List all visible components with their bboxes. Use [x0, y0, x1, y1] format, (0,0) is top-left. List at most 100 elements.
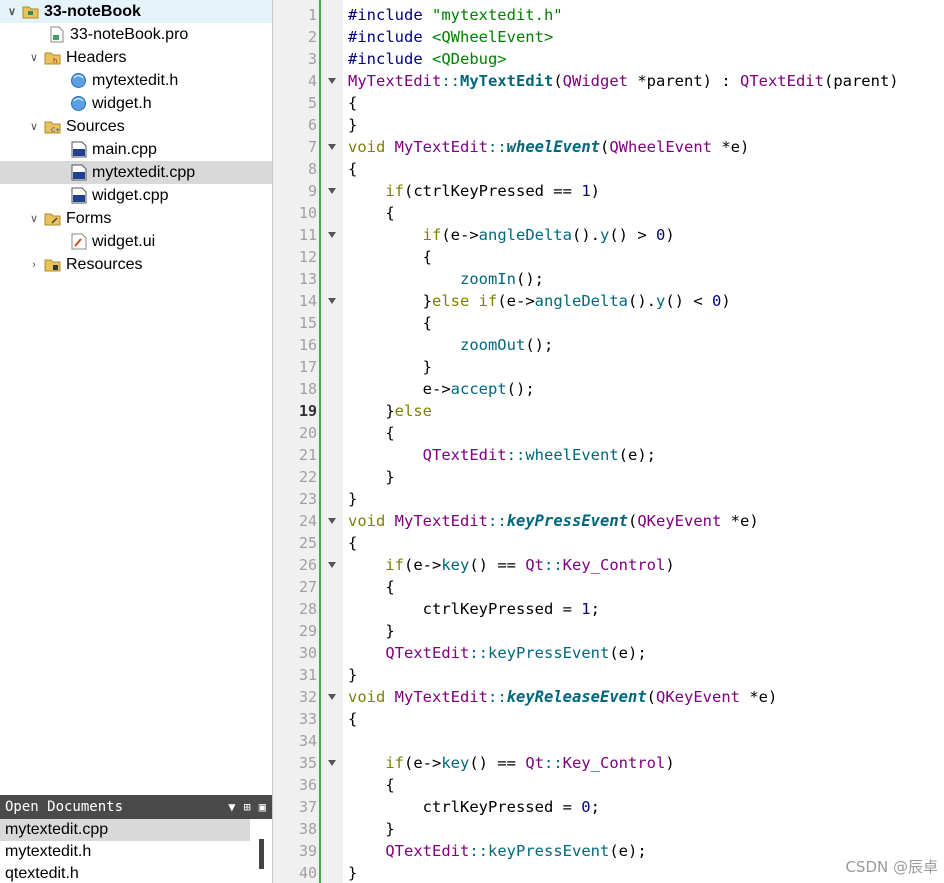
tree-node-headers[interactable]: ∨ h Headers: [0, 46, 272, 69]
code-editor[interactable]: 1 #include "mytextedit.h" 2 #include <QWhee…: [273, 0, 944, 883]
pro-file-label: 33-noteBook.pro: [70, 25, 189, 43]
fold-arrow-icon[interactable]: [328, 694, 336, 700]
code-line[interactable]: }: [348, 488, 357, 510]
tree-node-main-cpp[interactable]: main.cpp: [0, 138, 272, 161]
expand-arrow-icon[interactable]: ›: [28, 259, 40, 271]
collapse-arrow-icon[interactable]: ∨: [28, 52, 40, 64]
line-number: 8: [307, 160, 317, 178]
forms-label: Forms: [66, 209, 112, 227]
tree-node-pro-file[interactable]: 33-noteBook.pro: [0, 23, 272, 46]
tree-node-widget-h[interactable]: widget.h: [0, 92, 272, 115]
collapse-arrow-icon[interactable]: ∨: [28, 121, 40, 133]
tree-node-widget-ui[interactable]: widget.ui: [0, 230, 272, 253]
fold-column: [321, 0, 343, 883]
code-line[interactable]: zoomIn();: [348, 268, 544, 290]
code-line[interactable]: #include <QDebug>: [348, 48, 507, 70]
open-document-item[interactable]: mytextedit.cpp: [0, 819, 250, 841]
fold-arrow-icon[interactable]: [328, 518, 336, 524]
code-line[interactable]: {: [348, 532, 357, 554]
fold-arrow-icon[interactable]: [328, 760, 336, 766]
header-file-label: mytextedit.h: [92, 71, 179, 89]
code-line[interactable]: void MyTextEdit::keyReleaseEvent(QKeyEve…: [348, 686, 777, 708]
code-line[interactable]: ctrlKeyPressed = 0;: [348, 796, 600, 818]
code-line[interactable]: {: [348, 158, 357, 180]
code-line[interactable]: }: [348, 818, 394, 840]
line-number: 10: [298, 204, 317, 222]
tree-node-sources[interactable]: ∨ C+ Sources: [0, 115, 272, 138]
code-line[interactable]: void MyTextEdit::keyPressEvent(QKeyEvent…: [348, 510, 759, 532]
code-line[interactable]: }: [348, 466, 394, 488]
collapse-arrow-icon[interactable]: ∨: [6, 6, 18, 18]
line-number: 15: [298, 314, 317, 332]
code-line[interactable]: }: [348, 356, 432, 378]
tree-node-widget-cpp[interactable]: widget.cpp: [0, 184, 272, 207]
code-line[interactable]: #include <QWheelEvent>: [348, 26, 553, 48]
sources-folder-icon: C+: [44, 118, 61, 135]
code-line[interactable]: QTextEdit::wheelEvent(e);: [348, 444, 656, 466]
close-panel-icon[interactable]: ▣: [259, 800, 266, 814]
open-document-item[interactable]: qtextedit.h: [0, 863, 272, 883]
line-number: 3: [307, 50, 317, 68]
code-line[interactable]: {: [348, 708, 357, 730]
code-line[interactable]: QTextEdit::keyPressEvent(e);: [348, 642, 646, 664]
collapse-arrow-icon[interactable]: ∨: [28, 213, 40, 225]
code-line[interactable]: zoomOut();: [348, 334, 553, 356]
tree-node-forms[interactable]: ∨ Forms: [0, 207, 272, 230]
line-number: 14: [298, 292, 317, 310]
fold-arrow-icon[interactable]: [328, 188, 336, 194]
fold-arrow-icon[interactable]: [328, 232, 336, 238]
code-line[interactable]: }: [348, 862, 357, 883]
open-document-item[interactable]: mytextedit.h: [0, 841, 272, 863]
watermark: CSDN @辰卓: [845, 858, 938, 876]
fold-arrow-icon[interactable]: [328, 78, 336, 84]
code-line[interactable]: {: [348, 246, 432, 268]
resources-label: Resources: [66, 255, 143, 273]
svg-text:C+: C+: [51, 127, 60, 134]
code-line[interactable]: if(ctrlKeyPressed == 1): [348, 180, 600, 202]
code-line[interactable]: QTextEdit::keyPressEvent(e);: [348, 840, 646, 862]
ui-file-icon: [70, 233, 87, 250]
code-line[interactable]: {: [348, 576, 394, 598]
open-document-label: mytextedit.cpp: [5, 821, 109, 838]
code-line[interactable]: MyTextEdit::MyTextEdit(QWidget *parent) …: [348, 70, 899, 92]
line-number: 29: [298, 622, 317, 640]
source-file-label: widget.cpp: [92, 186, 169, 204]
project-tree[interactable]: ∨ 33-noteBook 33-noteBook.pro ∨ h Header…: [0, 0, 273, 795]
line-number: 26: [298, 556, 317, 574]
line-number: 28: [298, 600, 317, 618]
project-folder-icon: [22, 3, 39, 20]
code-line[interactable]: {: [348, 312, 432, 334]
fold-arrow-icon[interactable]: [328, 144, 336, 150]
code-line[interactable]: }: [348, 620, 394, 642]
code-line[interactable]: void MyTextEdit::wheelEvent(QWheelEvent …: [348, 136, 749, 158]
code-line[interactable]: }: [348, 114, 357, 136]
tree-node-mytextedit-cpp[interactable]: mytextedit.cpp: [0, 161, 272, 184]
tree-node-resources[interactable]: › Resources: [0, 253, 272, 276]
dropdown-arrow-icon[interactable]: ▼: [228, 800, 235, 814]
code-line[interactable]: {: [348, 774, 394, 796]
code-line[interactable]: if(e->key() == Qt::Key_Control): [348, 554, 674, 576]
code-line[interactable]: {: [348, 202, 394, 224]
line-number: 40: [298, 864, 317, 882]
code-line[interactable]: if(e->angleDelta().y() > 0): [348, 224, 675, 246]
code-line[interactable]: e->accept();: [348, 378, 535, 400]
code-line[interactable]: }: [348, 664, 357, 686]
tree-node-project[interactable]: ∨ 33-noteBook: [0, 0, 272, 23]
open-documents-header: Open Documents ▼ ⊞ ▣: [0, 795, 272, 819]
code-line[interactable]: {: [348, 422, 394, 444]
scrollbar-handle[interactable]: [259, 839, 264, 869]
code-line[interactable]: if(e->key() == Qt::Key_Control): [348, 752, 674, 774]
line-number: 27: [298, 578, 317, 596]
code-line[interactable]: #include "mytextedit.h": [348, 4, 563, 26]
code-line[interactable]: }else if(e->angleDelta().y() < 0): [348, 290, 731, 312]
fold-arrow-icon[interactable]: [328, 298, 336, 304]
tree-node-mytextedit-h[interactable]: mytextedit.h: [0, 69, 272, 92]
line-number: 7: [307, 138, 317, 156]
split-icon[interactable]: ⊞: [244, 800, 251, 814]
line-number: 38: [298, 820, 317, 838]
line-number: 31: [298, 666, 317, 684]
fold-arrow-icon[interactable]: [328, 562, 336, 568]
code-line[interactable]: {: [348, 92, 357, 114]
code-line[interactable]: ctrlKeyPressed = 1;: [348, 598, 600, 620]
code-line[interactable]: }else: [348, 400, 432, 422]
